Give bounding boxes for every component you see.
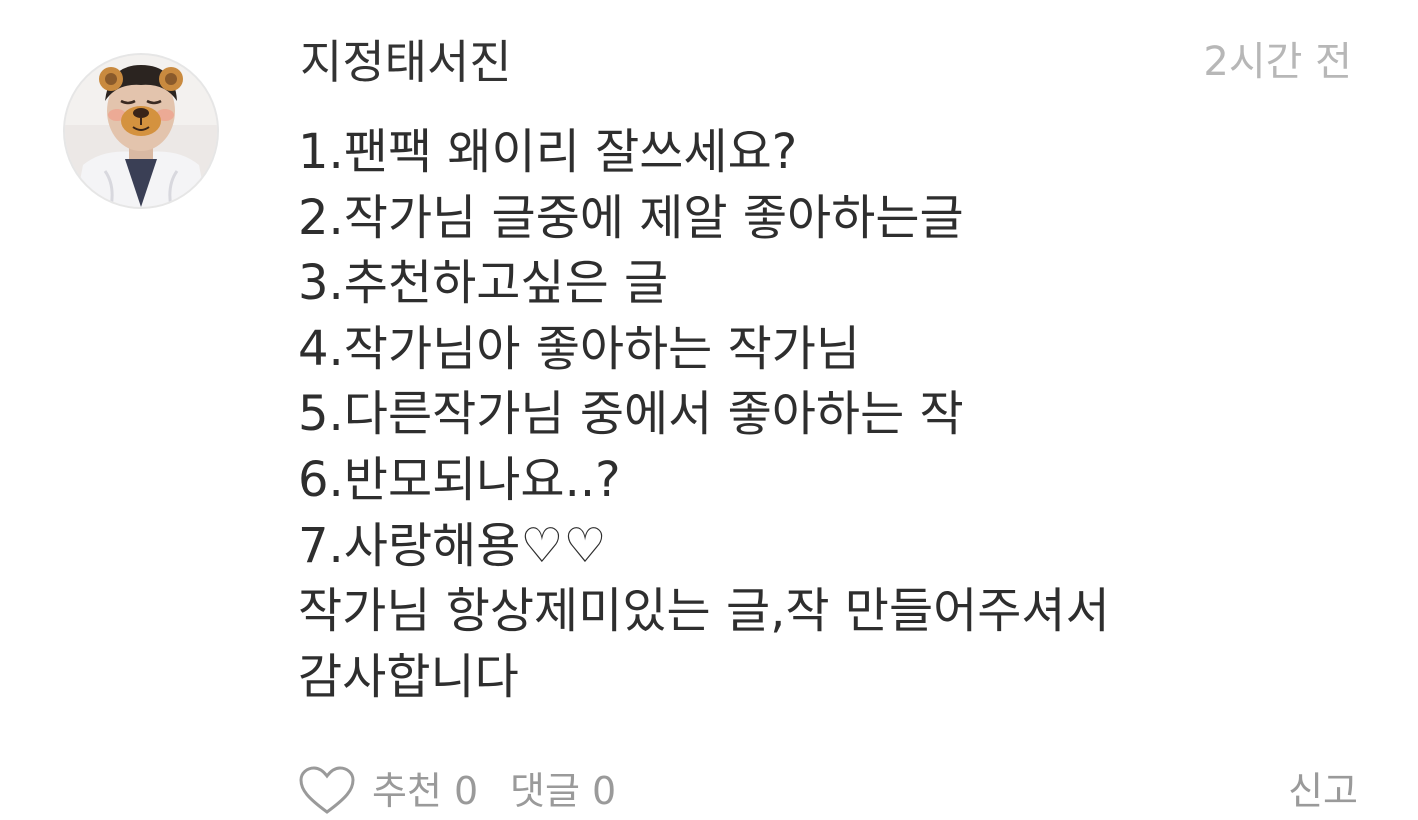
comment-item: 지정태서진 2시간 전 1.팬팩 왜이리 잘쓰세요? 2.작가님 글중에 제알 … (0, 0, 1418, 814)
avatar-image (65, 55, 217, 207)
comment-body: 1.팬팩 왜이리 잘쓰세요? 2.작가님 글중에 제알 좋아하는글 3.추천하고… (298, 120, 1358, 710)
comment-line: 1.팬팩 왜이리 잘쓰세요? (298, 124, 798, 180)
comment-line: 4.작가님아 좋아하는 작가님 (298, 320, 861, 377)
comment-line: 7.사랑해용♡♡ (298, 517, 607, 574)
heart-icon[interactable] (298, 766, 356, 816)
comment-line: 2.작가님 글중에 제알 좋아하는글 (298, 189, 964, 246)
author-name[interactable]: 지정태서진 (300, 30, 512, 94)
comment-timestamp: 2시간 전 (1203, 39, 1352, 85)
comment-line: 3.추천하고싶은 글 (298, 255, 669, 312)
comment-line: 감사합니다 (298, 648, 519, 705)
comment-actions: 추천 0 댓글 0 신고 (298, 758, 1358, 818)
comment-line: 6.반모되나요..? (298, 451, 621, 508)
reply-button[interactable]: 댓글 0 (510, 766, 616, 816)
comment-line: 작가님 항상제미있는 글,작 만들어주셔서 (298, 583, 1110, 640)
comment-line: 5.다른작가님 중에서 좋아하는 작 (298, 386, 964, 443)
avatar[interactable] (63, 53, 219, 209)
recommend-button[interactable]: 추천 0 (372, 766, 478, 816)
report-button[interactable]: 신고 (1288, 766, 1358, 816)
